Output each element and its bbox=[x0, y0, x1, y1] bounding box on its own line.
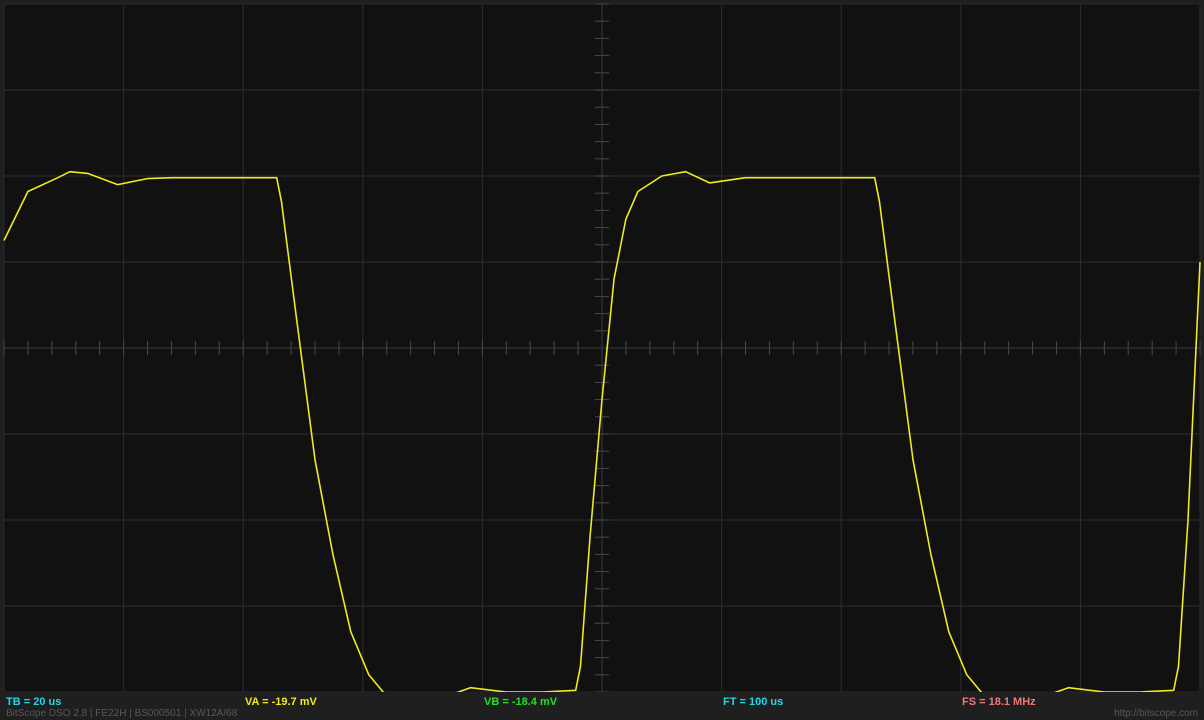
sample-rate-readout[interactable]: FS = 18.1 MHz bbox=[962, 696, 1036, 708]
channel-b-voltage-readout[interactable]: VB = -18.4 mV bbox=[484, 696, 557, 708]
scope-display[interactable] bbox=[0, 0, 1204, 692]
frame-time-readout[interactable]: FT = 100 us bbox=[723, 696, 783, 708]
website-link[interactable]: http://bitscope.com bbox=[1114, 708, 1198, 720]
timebase-readout[interactable]: TB = 20 us bbox=[6, 696, 61, 708]
device-info-footer: BitScope DSO 2.8 | FE22H | BS000501 | XW… bbox=[6, 708, 238, 719]
channel-a-voltage-readout[interactable]: VA = -19.7 mV bbox=[245, 696, 317, 708]
readout-bar: TB = 20 us VA = -19.7 mV VB = -18.4 mV F… bbox=[0, 692, 1204, 720]
scope-window: TB = 20 us VA = -19.7 mV VB = -18.4 mV F… bbox=[0, 0, 1204, 720]
